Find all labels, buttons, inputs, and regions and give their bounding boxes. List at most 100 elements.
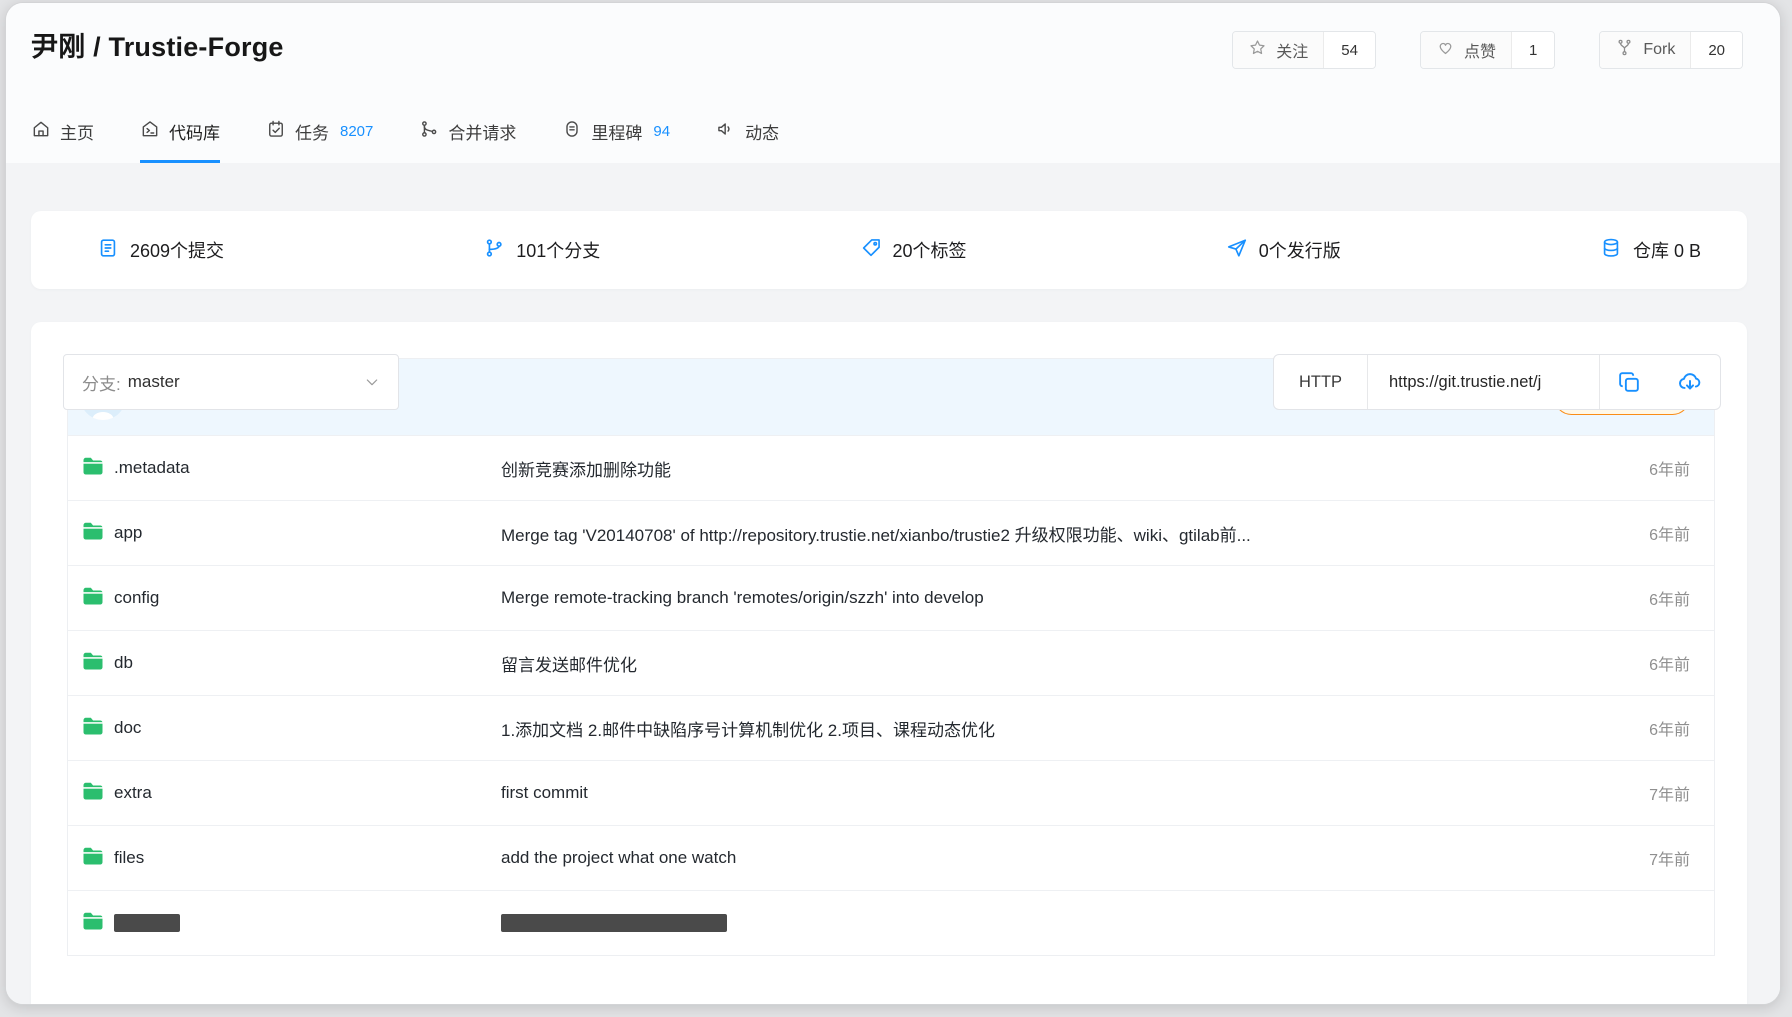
fork-button[interactable]: Fork 20 xyxy=(1599,31,1743,69)
file-name[interactable]: db xyxy=(114,653,133,673)
file-row-clipped[interactable] xyxy=(68,890,1714,955)
file-name[interactable]: doc xyxy=(114,718,141,738)
file-commit-message[interactable]: 1.添加文档 2.邮件中缺陷序号计算机制优化 2.项目、课程动态优化 xyxy=(501,716,1584,741)
clone-protocol-button[interactable]: HTTP xyxy=(1274,355,1368,409)
file-commit-message[interactable]: Merge tag 'V20140708' of http://reposito… xyxy=(501,521,1584,546)
tag-icon xyxy=(860,237,882,264)
file-name[interactable]: .metadata xyxy=(114,458,190,478)
stat-commits[interactable]: 2609个提交 xyxy=(97,237,224,264)
tab-code-label: 代码库 xyxy=(169,119,220,144)
clone-url-group: HTTP https://git.trustie.net/j xyxy=(1273,354,1721,410)
repo-stats-bar: 2609个提交 101个分支 20个标签 0个发行版 仓库 0 B xyxy=(31,211,1747,289)
tab-activity-label: 动态 xyxy=(745,119,779,144)
stat-branches[interactable]: 101个分支 xyxy=(483,237,600,264)
branch-label: 分支: xyxy=(82,370,121,395)
code-panel: 分支: master HTTP https://git.trustie.net/… xyxy=(31,322,1747,1004)
folder-icon xyxy=(82,586,104,610)
file-commit-time: 6年前 xyxy=(1649,456,1690,480)
stat-repo-size[interactable]: 仓库 0 B xyxy=(1600,237,1701,264)
file-row-doc[interactable]: doc 1.添加文档 2.邮件中缺陷序号计算机制优化 2.项目、课程动态优化 6… xyxy=(68,695,1714,760)
folder-icon xyxy=(82,716,104,740)
file-commit-message[interactable]: add the project what one watch xyxy=(501,848,1584,868)
watch-count[interactable]: 54 xyxy=(1323,32,1375,68)
file-commit-message[interactable]: first commit xyxy=(501,783,1584,803)
repo-header: 尹刚 / Trustie-Forge 关注 54 点赞 1 Fork xyxy=(6,3,1780,163)
stat-commits-label: 2609个提交 xyxy=(130,237,224,263)
cloud-download-icon[interactable] xyxy=(1677,369,1703,395)
commits-icon xyxy=(97,237,119,264)
release-icon xyxy=(1226,237,1248,264)
tab-milestones-count: 94 xyxy=(653,123,670,140)
stat-releases-label: 0个发行版 xyxy=(1259,237,1341,263)
chevron-down-icon xyxy=(364,374,380,390)
file-row-files[interactable]: files add the project what one watch 7年前 xyxy=(68,825,1714,890)
file-row-extra[interactable]: extra first commit 7年前 xyxy=(68,760,1714,825)
activity-icon xyxy=(716,119,736,144)
like-button[interactable]: 点赞 1 xyxy=(1420,31,1555,69)
repo-tabs: 主页 代码库 任务 8207 合并请求 里程碑 94 动态 xyxy=(31,99,779,163)
file-row-db[interactable]: db 留言发送邮件优化 6年前 xyxy=(68,630,1714,695)
file-commit-message[interactable]: Merge remote-tracking branch 'remotes/or… xyxy=(501,588,1584,608)
stat-tags[interactable]: 20个标签 xyxy=(860,237,967,264)
database-icon xyxy=(1600,237,1622,264)
stat-tags-label: 20个标签 xyxy=(893,237,967,263)
folder-icon xyxy=(82,911,104,935)
star-icon xyxy=(1248,38,1267,62)
folder-icon xyxy=(82,521,104,545)
tab-home[interactable]: 主页 xyxy=(31,99,94,163)
folder-icon xyxy=(82,456,104,480)
folder-icon xyxy=(82,651,104,675)
like-count[interactable]: 1 xyxy=(1511,32,1554,68)
tab-tasks[interactable]: 任务 8207 xyxy=(266,99,373,163)
home-icon xyxy=(31,119,51,144)
file-commit-message[interactable]: 创新竞赛添加删除功能 xyxy=(501,456,1584,481)
page-title[interactable]: 尹刚 / Trustie-Forge xyxy=(31,25,284,64)
fork-count[interactable]: 20 xyxy=(1690,32,1742,68)
stat-repo-size-label: 仓库 0 B xyxy=(1633,237,1701,263)
file-name[interactable]: extra xyxy=(114,783,152,803)
file-commit-time: 6年前 xyxy=(1649,651,1690,675)
copy-icon[interactable] xyxy=(1617,370,1642,395)
clone-url-field[interactable]: https://git.trustie.net/j xyxy=(1368,355,1600,409)
file-commit-message[interactable]: 留言发送邮件优化 xyxy=(501,651,1584,676)
file-table: guange gemfile 更新 5年前 221e70d648 .metada… xyxy=(67,358,1715,956)
watch-label: 关注 xyxy=(1276,38,1308,62)
clipped-text-sliver xyxy=(501,914,727,932)
file-row-metadata[interactable]: .metadata 创新竞赛添加删除功能 6年前 xyxy=(68,435,1714,500)
tab-merge-requests[interactable]: 合并请求 xyxy=(419,99,516,163)
repo-actions: 关注 54 点赞 1 Fork 20 xyxy=(1232,31,1743,69)
branch-value: master xyxy=(128,372,180,392)
folder-icon xyxy=(82,781,104,805)
file-commit-time: 6年前 xyxy=(1649,521,1690,545)
file-row-app[interactable]: app Merge tag 'V20140708' of http://repo… xyxy=(68,500,1714,565)
page-content: 2609个提交 101个分支 20个标签 0个发行版 仓库 0 B 分支: xyxy=(6,163,1780,1004)
stat-releases[interactable]: 0个发行版 xyxy=(1226,237,1341,264)
like-label: 点赞 xyxy=(1464,38,1496,62)
code-repo-icon xyxy=(140,119,160,144)
file-commit-time: 7年前 xyxy=(1649,846,1690,870)
clipped-text-sliver xyxy=(114,914,180,932)
tab-tasks-label: 任务 xyxy=(295,119,329,144)
milestone-icon xyxy=(562,119,582,144)
fork-label: Fork xyxy=(1643,41,1675,59)
fork-icon xyxy=(1615,38,1634,62)
tab-home-label: 主页 xyxy=(60,119,94,144)
tab-code-repository[interactable]: 代码库 xyxy=(140,99,220,163)
tab-activity[interactable]: 动态 xyxy=(716,99,779,163)
tab-milestones[interactable]: 里程碑 94 xyxy=(562,99,670,163)
file-row-config[interactable]: config Merge remote-tracking branch 'rem… xyxy=(68,565,1714,630)
heart-icon xyxy=(1436,38,1455,62)
tasks-icon xyxy=(266,119,286,144)
branch-selector[interactable]: 分支: master xyxy=(63,354,399,410)
file-commit-time: 7年前 xyxy=(1649,781,1690,805)
branch-icon xyxy=(483,237,505,264)
file-commit-time: 6年前 xyxy=(1649,716,1690,740)
file-name[interactable]: config xyxy=(114,588,159,608)
merge-icon xyxy=(419,119,439,144)
tab-tasks-count: 8207 xyxy=(340,123,373,140)
file-commit-time: 6年前 xyxy=(1649,586,1690,610)
file-name[interactable]: files xyxy=(114,848,144,868)
file-name[interactable]: app xyxy=(114,523,142,543)
stat-branches-label: 101个分支 xyxy=(516,237,600,263)
watch-button[interactable]: 关注 54 xyxy=(1232,31,1376,69)
